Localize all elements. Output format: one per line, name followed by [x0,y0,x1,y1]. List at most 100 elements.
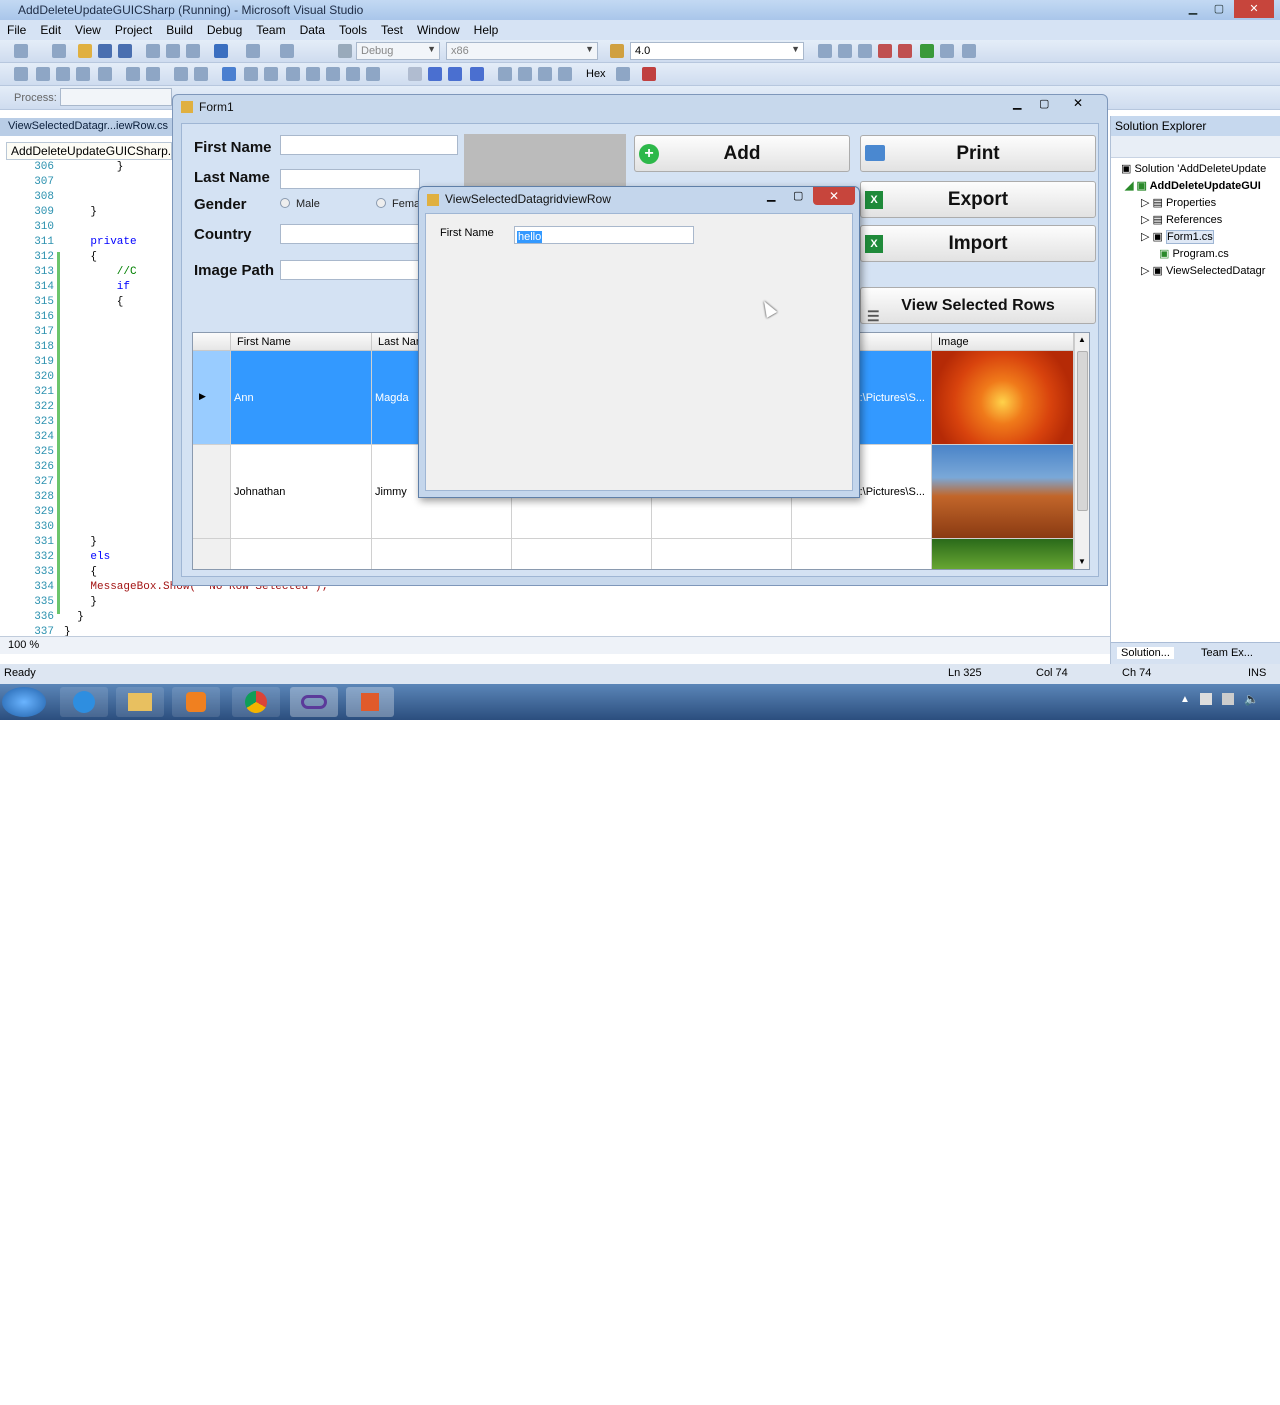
copy-icon[interactable] [166,44,180,58]
pause-icon[interactable] [428,67,442,81]
code-text[interactable]: } } private { //C if { } els { MessageBo… [64,160,328,644]
add-button[interactable]: + Add [634,135,850,172]
tree-item-program[interactable]: ▣ Program.cs [1159,247,1229,260]
paste-icon[interactable] [186,44,200,58]
desert-image[interactable] [932,445,1074,539]
process-dropdown[interactable] [60,88,172,106]
breakpoints-icon[interactable] [616,67,630,81]
outdent-icon[interactable] [126,67,140,81]
menu-file[interactable]: File [0,20,33,40]
form1-maximize-button[interactable]: ▢ [1039,97,1049,110]
quick-info-icon[interactable] [56,67,70,81]
image-preview[interactable] [464,134,626,186]
undo-icon[interactable] [214,44,228,58]
step-out-icon[interactable] [558,67,572,81]
leaf-image[interactable] [932,539,1074,569]
toolbox-icon[interactable] [898,44,912,58]
start-orb-icon[interactable] [2,687,46,717]
menu-window[interactable]: Window [410,20,467,40]
chrome-icon[interactable] [232,687,280,717]
grid-vertical-scrollbar[interactable]: ▲ ▼ [1074,333,1089,569]
grid-cell[interactable] [792,539,932,569]
row-header[interactable]: ▶ [193,351,231,445]
grid-cell[interactable]: Ann [231,351,372,445]
tree-item-solution[interactable]: ▣ Solution 'AddDeleteUpdate [1121,162,1266,175]
dialog-first-name-input[interactable]: hello [514,226,694,244]
menu-help[interactable]: Help [467,20,506,40]
tab-team-explorer[interactable]: Team Ex... [1201,647,1253,659]
row-header[interactable] [193,445,231,539]
row-header[interactable] [193,539,231,569]
find-icon[interactable] [610,44,624,58]
first-name-input[interactable] [280,135,458,155]
column-header-first-name[interactable]: First Name [231,333,372,351]
menu-edit[interactable]: Edit [33,20,68,40]
solution-explorer-icon[interactable] [838,44,852,58]
editor-tab[interactable]: ViewSelectedDatagr...iewRow.cs [0,118,172,136]
next-folder-bookmark-icon[interactable] [306,67,320,81]
grid-cell[interactable] [372,539,512,569]
prev-folder-bookmark-icon[interactable] [286,67,300,81]
tree-item-properties[interactable]: ▷ ▤ Properties [1141,196,1216,209]
start-page-icon[interactable] [920,44,934,58]
grid-cell[interactable] [512,539,652,569]
tree-item-project[interactable]: ◢ ▣ AddDeleteUpdateGUI [1125,179,1261,192]
image-path-input[interactable] [280,260,420,280]
running-app-icon[interactable] [346,687,394,717]
tree-item-viewselected[interactable]: ▷ ▣ ViewSelectedDatagr [1141,264,1265,277]
menu-tools[interactable]: Tools [332,20,374,40]
extension-icon[interactable] [940,44,954,58]
stop-icon[interactable] [448,67,462,81]
format-icon[interactable] [14,67,28,81]
next-doc-bookmark-icon[interactable] [346,67,360,81]
continue-icon[interactable] [408,67,422,81]
file-explorer-icon[interactable] [116,687,164,717]
bookmark-icon[interactable] [222,67,236,81]
country-input[interactable] [280,224,420,244]
export-button[interactable]: X Export [860,181,1096,218]
form1-close-button[interactable]: ✕ [1073,96,1083,110]
media-player-icon[interactable] [172,687,220,717]
show-next-statement-icon[interactable] [498,67,512,81]
object-browser-icon[interactable] [878,44,892,58]
menu-data[interactable]: Data [293,20,332,40]
tray-expand-icon[interactable]: ▲ [1180,694,1190,705]
restart-icon[interactable] [470,67,484,81]
indent-icon[interactable] [146,67,160,81]
male-radio[interactable]: Male [280,198,320,210]
menu-view[interactable]: View [68,20,108,40]
step-into-icon[interactable] [518,67,532,81]
maximize-button[interactable]: ▢ [1206,0,1232,18]
tree-item-references[interactable]: ▷ ▤ References [1141,213,1222,226]
window-layout-icon[interactable] [962,44,976,58]
scroll-thumb[interactable] [1077,351,1088,511]
close-button[interactable]: ✕ [1234,0,1274,18]
member-list-icon[interactable] [36,67,50,81]
platform-dropdown[interactable]: x86 ▼ [446,42,598,60]
menu-team[interactable]: Team [249,20,292,40]
tray-volume-icon[interactable]: 🔈 [1244,692,1259,706]
editor-horizontal-scrollbar[interactable]: 100 % [0,636,1110,654]
prev-doc-bookmark-icon[interactable] [326,67,340,81]
visual-studio-icon[interactable] [290,687,338,717]
female-radio[interactable]: Fema [376,198,420,210]
dialog-close-button[interactable]: ✕ [813,187,855,205]
properties-icon[interactable] [858,44,872,58]
import-button[interactable]: X Import [860,225,1096,262]
uncomment-icon[interactable] [194,67,208,81]
zoom-level[interactable]: 100 % [8,639,39,651]
next-bookmark-icon[interactable] [264,67,278,81]
prev-bookmark-icon[interactable] [244,67,258,81]
menu-project[interactable]: Project [108,20,159,40]
param-info-icon[interactable] [76,67,90,81]
hex-toggle[interactable]: Hex [586,68,606,80]
scroll-up-icon[interactable]: ▲ [1078,335,1086,344]
open-icon[interactable] [78,44,92,58]
tab-solution[interactable]: Solution... [1117,647,1174,659]
menu-test[interactable]: Test [374,20,410,40]
scroll-down-icon[interactable]: ▼ [1078,557,1086,566]
grid-cell[interactable] [652,539,792,569]
tree-item-form1[interactable]: ▷ ▣ Form1.cs [1141,230,1214,244]
clear-bookmarks-icon[interactable] [366,67,380,81]
print-button[interactable]: Print [860,135,1096,172]
